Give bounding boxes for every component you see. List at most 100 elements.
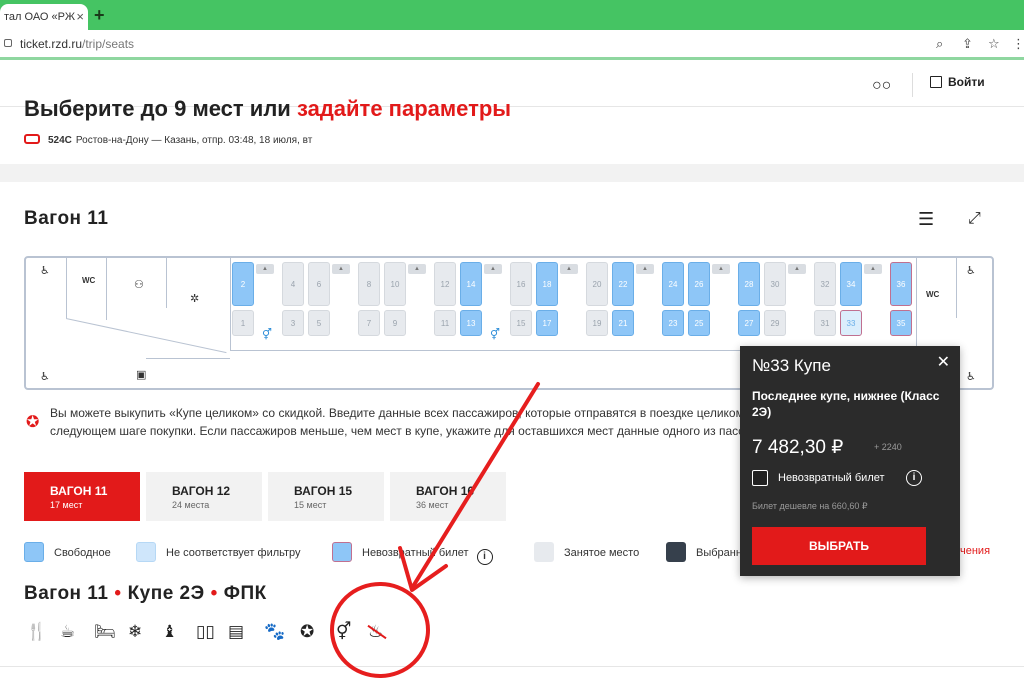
seat-19: 19	[586, 310, 608, 336]
coupe-carrier: ФПК	[223, 583, 267, 604]
seat-23[interactable]: 23	[662, 310, 684, 336]
seat-35[interactable]: 35	[890, 310, 912, 336]
seat-36[interactable]: 36	[890, 262, 912, 306]
tab-wagon-16[interactable]: ВАГОН 16 36 мест	[390, 472, 506, 521]
seat-1: 1	[232, 310, 254, 336]
legend-swatch	[332, 542, 352, 562]
tab-wagon-15[interactable]: ВАГОН 15 15 мест	[268, 472, 384, 521]
tab-sub: 24 места	[172, 500, 210, 510]
seat-2[interactable]: 2	[232, 262, 254, 306]
glasses-icon[interactable]: ○○	[872, 77, 891, 95]
header-divider	[912, 73, 913, 97]
coffee-icon[interactable]: ☕	[60, 622, 75, 642]
wall	[146, 358, 230, 359]
wall	[166, 258, 167, 308]
snowflake-icon[interactable]: ❄	[128, 622, 142, 642]
seat-17[interactable]: 17	[536, 310, 558, 336]
separator-dot: •	[210, 583, 218, 604]
seat-26[interactable]: 26	[688, 262, 710, 306]
seat-18[interactable]: 18	[536, 262, 558, 306]
seat-15: 15	[510, 310, 532, 336]
new-tab-button[interactable]: +	[94, 4, 105, 26]
legend-swatch	[136, 542, 156, 562]
wall	[916, 258, 917, 350]
tab-sub: 36 мест	[416, 500, 449, 510]
tab-title: ВАГОН 15	[294, 484, 353, 498]
popup-description: Последнее купе, нижнее (Класс 2Э)	[752, 389, 940, 419]
table-icon: ▲	[256, 264, 274, 274]
bottles-icon[interactable]: ▯▯	[196, 622, 215, 642]
legend-swatch	[666, 542, 686, 562]
discount-badge-icon: ✪	[26, 414, 40, 431]
legend-reset-link[interactable]: чения	[960, 545, 990, 557]
toilet-icon[interactable]: ♝	[162, 622, 177, 642]
seat-30: 30	[764, 262, 786, 306]
tab-title: ВАГОН 12	[172, 484, 231, 498]
paw-icon[interactable]: 🐾	[264, 622, 285, 642]
seat-24[interactable]: 24	[662, 262, 684, 306]
wc-icon[interactable]: ⚥	[336, 622, 351, 642]
browser-tab[interactable]: тал ОАО «РЖ ×	[0, 4, 88, 30]
help-icon[interactable]: i	[476, 549, 493, 565]
fork-knife-icon[interactable]: 🍴	[26, 622, 47, 642]
login-button[interactable]: Войти	[930, 75, 985, 89]
train-number: 524С	[48, 135, 72, 146]
seat-27[interactable]: 27	[738, 310, 760, 336]
train-icon	[24, 134, 40, 144]
seat-25[interactable]: 25	[688, 310, 710, 336]
seat-28[interactable]: 28	[738, 262, 760, 306]
no-smoking-icon[interactable]: ♨	[368, 622, 383, 642]
star-badge-icon[interactable]: ✪	[300, 622, 314, 642]
browser-tab-bar: тал ОАО «РЖ × +	[0, 0, 1024, 30]
seat-34[interactable]: 34	[840, 262, 862, 306]
seat-22[interactable]: 22	[612, 262, 634, 306]
passenger-icon: ♿	[40, 265, 50, 277]
address-bar[interactable]: ticket.rzd.ru/trip/seats ⌕ ⇪ ☆ ⋮	[0, 30, 1024, 60]
seat-20: 20	[586, 262, 608, 306]
bookmark-star-icon[interactable]: ☆	[988, 36, 1000, 52]
tab-sub: 15 мест	[294, 500, 327, 510]
tab-wagon-12[interactable]: ВАГОН 12 24 места	[146, 472, 262, 521]
legend-swatch	[534, 542, 554, 562]
seat-10: 10	[384, 262, 406, 306]
seat-21[interactable]: 21	[612, 310, 634, 336]
table-icon: ▲	[332, 264, 350, 274]
close-icon[interactable]: ✕	[937, 352, 950, 372]
attendant-icon: ⚇	[134, 279, 144, 291]
tab-close-icon[interactable]: ×	[76, 4, 84, 30]
bottom-divider	[0, 666, 1024, 667]
wall	[65, 318, 227, 354]
trip-info: 524С Ростов-на-Дону — Казань, отпр. 03:48…	[24, 134, 312, 146]
seat-14[interactable]: 14	[460, 262, 482, 306]
info-icon[interactable]: i	[906, 470, 922, 486]
nonrefund-label[interactable]: Невозвратный билет	[778, 472, 885, 484]
zoom-icon[interactable]: ⌕	[936, 36, 943, 52]
tab-sub: 17 мест	[50, 500, 83, 510]
seat-33[interactable]: 33	[840, 310, 862, 336]
seat-4: 4	[282, 262, 304, 306]
seat-13[interactable]: 13	[460, 310, 482, 336]
legend-label: Не соответствует фильтру	[166, 547, 301, 559]
list-view-icon[interactable]: ☰	[918, 210, 934, 228]
url-text[interactable]: ticket.rzd.ru/trip/seats	[20, 37, 134, 51]
wall	[106, 258, 107, 320]
nonrefund-checkbox[interactable]	[752, 470, 768, 486]
seat-6: 6	[308, 262, 330, 306]
bed-icon[interactable]: 🛏	[94, 622, 116, 642]
menu-dots-icon[interactable]: ⋮	[1012, 36, 1024, 52]
newspaper-icon[interactable]: ▤	[228, 622, 244, 642]
wagon-title: Вагон 11	[24, 208, 109, 229]
section-divider	[0, 164, 1024, 182]
tab-title: ВАГОН 11	[50, 484, 108, 498]
select-button[interactable]: ВЫБРАТЬ	[752, 527, 926, 565]
legend-busy: Занятое место	[534, 542, 639, 562]
seat-12: 12	[434, 262, 456, 306]
table-icon: ▲	[788, 264, 806, 274]
set-params-link[interactable]: задайте параметры	[297, 96, 511, 121]
tab-wagon-11[interactable]: ВАГОН 11 17 мест	[24, 472, 140, 521]
expand-icon[interactable]: ⤢	[968, 210, 981, 228]
share-icon[interactable]: ⇪	[962, 36, 973, 52]
coupe-class: Купе 2Э	[127, 583, 205, 604]
legend-nonrefund: Невозвратный билет i	[332, 542, 493, 565]
wall	[230, 258, 231, 350]
